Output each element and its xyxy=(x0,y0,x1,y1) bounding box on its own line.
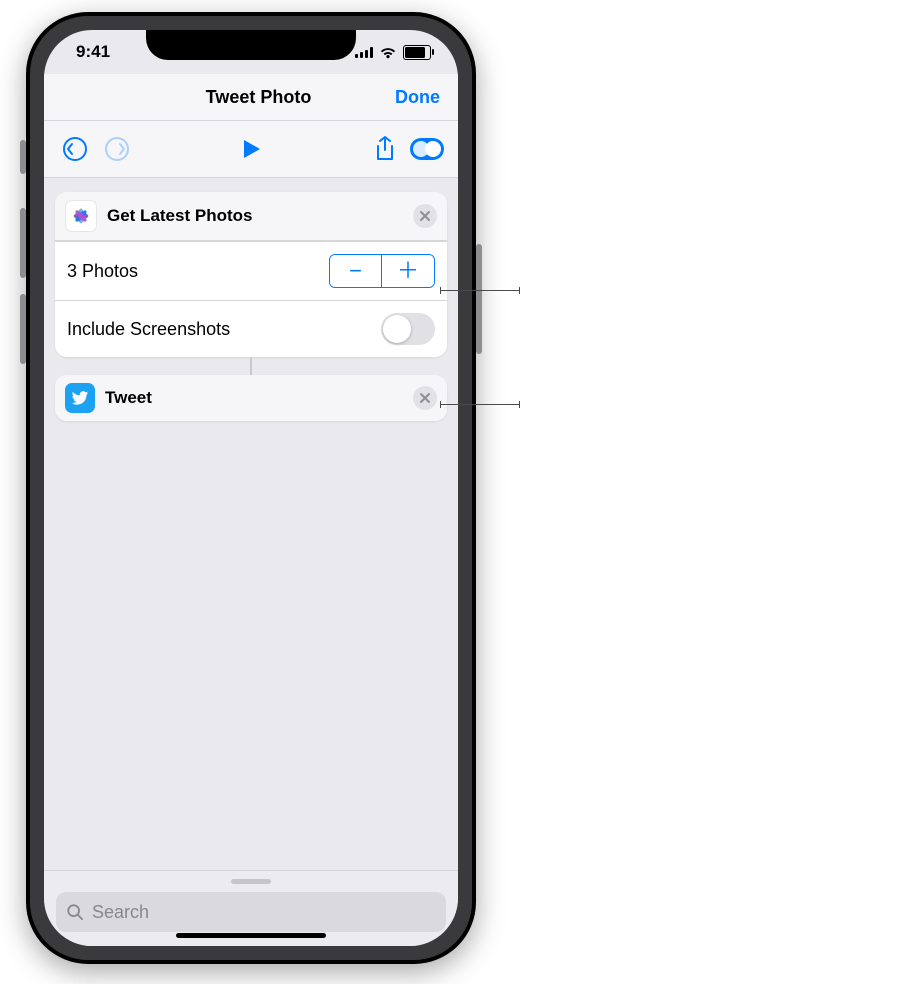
run-button[interactable] xyxy=(234,132,268,166)
drawer-grabber[interactable] xyxy=(231,879,271,884)
action-title: Tweet xyxy=(105,388,413,408)
phone-frame: 9:41 Tweet Photo Done xyxy=(26,12,476,964)
home-indicator[interactable] xyxy=(176,933,326,938)
search-input[interactable]: Search xyxy=(56,892,446,932)
wifi-icon xyxy=(379,46,397,59)
action-title: Get Latest Photos xyxy=(107,206,413,226)
done-button[interactable]: Done xyxy=(395,87,440,108)
stepper-plus-button[interactable]: ＋ xyxy=(382,255,434,287)
callout-line xyxy=(440,290,520,291)
action-get-latest-photos: Get Latest Photos 3 Photos − ＋ Includ xyxy=(55,192,447,357)
cellular-icon xyxy=(355,46,373,58)
callout-line xyxy=(440,404,520,405)
share-button[interactable] xyxy=(368,132,402,166)
workflow-area: Get Latest Photos 3 Photos − ＋ Includ xyxy=(44,178,458,421)
battery-icon xyxy=(403,45,435,60)
action-tweet: Tweet xyxy=(55,375,447,421)
toolbar xyxy=(44,121,458,178)
power-button xyxy=(476,244,482,354)
stepper-minus-button[interactable]: − xyxy=(330,255,382,287)
notch xyxy=(146,30,356,60)
status-time: 9:41 xyxy=(76,42,110,62)
screen: 9:41 Tweet Photo Done xyxy=(44,30,458,946)
remove-action-button[interactable] xyxy=(413,386,437,410)
page-title: Tweet Photo xyxy=(122,87,395,108)
photo-count-label: 3 Photos xyxy=(67,261,329,282)
remove-action-button[interactable] xyxy=(413,204,437,228)
settings-button[interactable] xyxy=(410,132,444,166)
navigation-bar: Tweet Photo Done xyxy=(44,74,458,121)
search-placeholder: Search xyxy=(92,902,149,923)
include-screenshots-toggle[interactable] xyxy=(381,313,435,345)
volume-up-button xyxy=(20,208,26,278)
action-connector xyxy=(55,357,447,375)
undo-button[interactable] xyxy=(58,132,92,166)
search-icon xyxy=(66,903,84,921)
redo-button xyxy=(100,132,134,166)
volume-down-button xyxy=(20,294,26,364)
silence-switch xyxy=(20,140,26,174)
photo-count-stepper[interactable]: − ＋ xyxy=(329,254,435,288)
include-screenshots-label: Include Screenshots xyxy=(67,319,381,340)
photos-app-icon xyxy=(65,200,97,232)
twitter-app-icon xyxy=(65,383,95,413)
